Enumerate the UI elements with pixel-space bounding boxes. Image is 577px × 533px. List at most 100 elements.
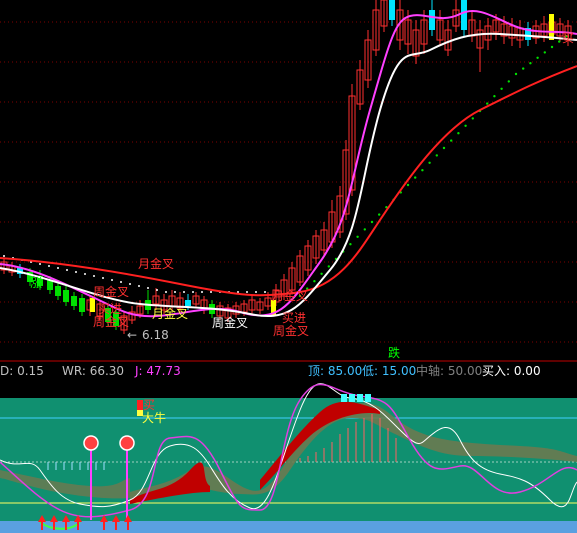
- signal-labels: 月金叉 月金叉 周金叉 周金叉 周金叉 周金叉 买进 买进 月金叉 买 涨: [30, 31, 574, 338]
- stop-dot: [183, 291, 185, 293]
- stop-dot: [414, 176, 417, 179]
- stop-dot: [536, 56, 539, 59]
- svg-text:中轴: 50.00: 中轴: 50.00: [416, 363, 482, 378]
- stop-dot: [493, 95, 496, 98]
- signal-label: 周金叉: [93, 314, 129, 329]
- indicator-base-band: [0, 521, 577, 533]
- stop-dot: [370, 220, 374, 224]
- level-value: 50.00: [448, 364, 482, 378]
- stop-dot: [558, 40, 561, 43]
- candle-body: [55, 286, 61, 296]
- stop-dot: [313, 280, 316, 283]
- stop-dot: [255, 291, 257, 293]
- stop-dot: [428, 161, 431, 164]
- trailing-stop-dots: [3, 35, 568, 298]
- stop-dot: [84, 273, 86, 275]
- signal-label: 周金叉: [93, 284, 129, 299]
- level-label: 中轴:: [416, 363, 448, 378]
- ma-red-line: [0, 65, 577, 297]
- stop-dot: [75, 271, 77, 273]
- stop-dot: [57, 267, 59, 269]
- stop-dot: [514, 72, 518, 76]
- level-value: 85.00: [328, 364, 362, 378]
- trend-marker: 跌: [388, 345, 400, 360]
- stop-dot: [543, 51, 546, 54]
- stop-dot: [356, 235, 359, 238]
- signal-label: 涨: [30, 275, 42, 290]
- stop-dot: [165, 291, 167, 293]
- signal-label: 周金叉: [212, 315, 248, 330]
- candle-body: [71, 296, 77, 306]
- stop-dot: [464, 124, 467, 128]
- stop-dot: [129, 283, 131, 285]
- stop-dot: [192, 291, 194, 293]
- svg-text:WR: 66.30: WR: 66.30: [62, 364, 124, 378]
- stop-dot: [378, 213, 381, 216]
- stop-dot: [522, 67, 525, 70]
- stop-dot: [327, 265, 330, 268]
- candle-body: [63, 290, 69, 302]
- stop-dot: [201, 291, 203, 293]
- stop-dot: [120, 281, 122, 283]
- signal-label: 周金叉: [273, 323, 309, 338]
- top-marker: [349, 394, 355, 402]
- svg-text:顶: 85.00: 顶: 85.00: [308, 364, 362, 378]
- candle-body: [185, 300, 191, 306]
- readout-label: WR:: [62, 364, 90, 378]
- signal-label: 月金叉: [138, 256, 174, 271]
- level-label: 买入:: [482, 364, 514, 378]
- candle-body: [389, 0, 395, 20]
- candle-highlight: [90, 298, 95, 312]
- signal-label: 买进: [282, 311, 306, 325]
- indicator-annotation: 买: [143, 398, 155, 412]
- stop-dot: [507, 80, 510, 83]
- candle-body: [461, 0, 467, 30]
- stop-dot: [550, 45, 554, 49]
- stop-dot: [500, 87, 503, 91]
- stop-dot: [406, 183, 410, 187]
- readout-value: 0.15: [17, 364, 44, 378]
- signal-label: 月金叉: [152, 306, 188, 321]
- stop-dot: [66, 269, 68, 271]
- stop-dot: [147, 287, 149, 289]
- candle-highlight: [549, 14, 554, 40]
- svg-text:D: 0.15: D: 0.15: [0, 364, 44, 378]
- stop-dot: [3, 255, 5, 257]
- readout-label: J:: [134, 364, 146, 378]
- stop-dot: [246, 291, 248, 293]
- signal-label: 买: [562, 31, 574, 45]
- stop-dot: [48, 265, 50, 267]
- level-label: 顶:: [308, 364, 328, 378]
- readout-value: 47.73: [146, 364, 180, 378]
- readout-label: D:: [0, 364, 17, 378]
- stop-dot: [435, 154, 438, 157]
- stop-dot: [442, 146, 446, 150]
- svg-text:低: 15.00: 低: 15.00: [362, 364, 416, 378]
- ball-icon: [119, 435, 135, 451]
- stop-dot: [156, 289, 158, 291]
- arrow-left-icon: ←: [127, 328, 137, 342]
- indicator-annotation: 大牛: [142, 410, 166, 425]
- readout-value: 66.30: [90, 364, 124, 378]
- price-annotation-value: 6.18: [142, 328, 169, 342]
- level-value: 0.00: [514, 364, 541, 378]
- stop-dot: [486, 102, 489, 105]
- stop-dot: [529, 62, 532, 65]
- stop-dot: [138, 285, 140, 287]
- stop-dot: [349, 243, 352, 246]
- candlesticks: [0, 0, 572, 334]
- level-value: 15.00: [382, 364, 416, 378]
- top-marker: [357, 394, 363, 402]
- stop-dot: [174, 291, 176, 293]
- candle-body: [429, 10, 435, 30]
- stop-dot: [39, 263, 41, 265]
- stop-dot: [102, 277, 104, 279]
- stop-dot: [320, 272, 323, 275]
- level-label: 低:: [362, 364, 382, 378]
- stop-dot: [363, 228, 366, 231]
- stop-dot: [237, 291, 239, 293]
- signal-label: 月金叉: [272, 288, 308, 303]
- stop-dot: [457, 132, 460, 135]
- svg-text:买入: 0.00: 买入: 0.00: [482, 364, 541, 378]
- stop-dot: [210, 291, 212, 293]
